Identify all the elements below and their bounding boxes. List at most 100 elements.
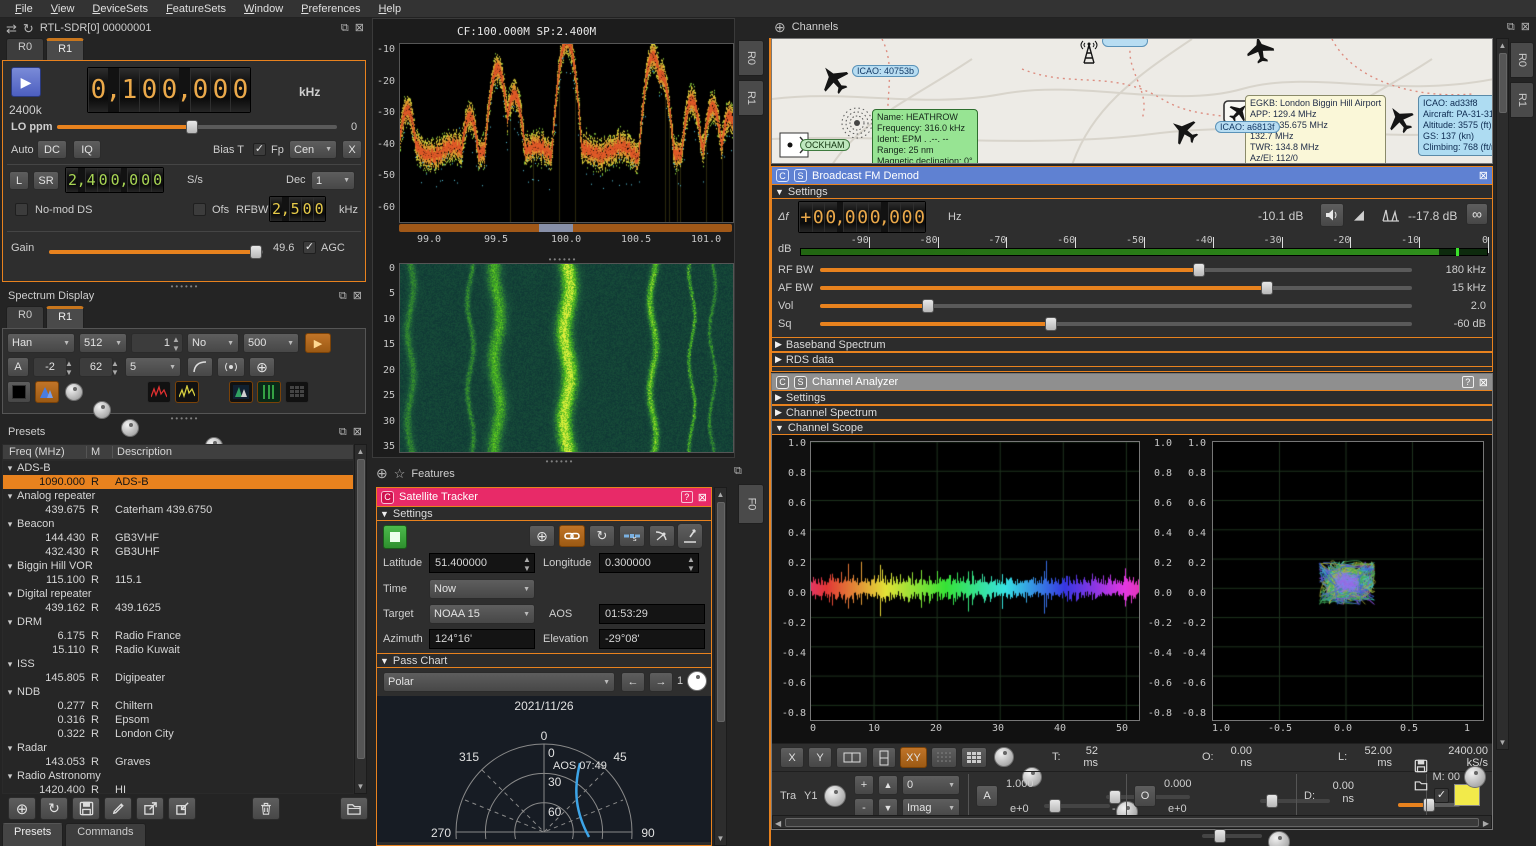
spinner-arrows[interactable]: ▲▼ [172,335,180,353]
aircraft-icon[interactable] [814,59,855,100]
dec-dropdown[interactable]: 1▼ [311,171,355,190]
sat-stop-button[interactable] [383,525,407,549]
preset-group-row[interactable]: ▾Biggin Hill VOR [3,559,353,573]
target-dropdown[interactable]: NOAA 15▼ [429,604,535,624]
ca-scope-section[interactable]: ▼Channel Scope [772,420,1492,435]
frequency-scrollbar[interactable] [399,224,732,232]
longitude-spinner[interactable]: ▲▼ [687,555,695,573]
nomod-checkbox[interactable] [15,203,28,216]
aircraft-icon[interactable] [1381,100,1419,138]
current-trace-toggle[interactable] [175,381,199,403]
vtab-r0[interactable]: R0 [738,40,764,76]
baseband-spectrum-section[interactable]: ▶Baseband Spectrum [772,337,1492,352]
collapse-icon[interactable]: ▾ [3,615,17,629]
reload-device-icon[interactable]: ↻ [23,23,34,34]
presets-scrollbar[interactable]: ▲ ▼ [354,444,367,794]
dial-digit[interactable]: 0 [313,197,325,221]
ramp-icon[interactable]: ◢ [1354,207,1364,223]
split-horizontal-button[interactable] [836,747,868,768]
ockham-label[interactable]: OCKHAM [800,139,850,151]
preset-add-button[interactable]: ⊕ [8,797,36,820]
menu-item-preferences[interactable]: Preferences [292,1,369,17]
adsb-map[interactable]: ICAO: 40753b OCKHAM Name: HEATHROWFreque… [771,38,1493,164]
div-dropdown[interactable]: 5▼ [125,357,181,377]
help-icon[interactable]: ? [1462,376,1474,388]
dial-digit[interactable]: 4 [85,168,97,192]
help-icon[interactable]: ? [681,491,693,503]
menu-item-file[interactable]: File [6,1,42,17]
ofs-auto-button[interactable]: O [1134,785,1156,807]
longitude-input[interactable]: 0.300000 [599,553,699,573]
dial-digit[interactable]: 0 [139,168,151,192]
latitude-input[interactable]: 51.400000 [429,553,535,573]
dial-digit[interactable]: 1 [119,68,139,112]
bg-color-swatch[interactable] [7,381,31,403]
device-tab-r1[interactable]: R1 [46,38,84,60]
rds-data-section[interactable]: ▶RDS data [772,352,1492,367]
close-icon[interactable]: ⊠ [698,491,707,504]
vol-slider[interactable] [820,304,1412,308]
preset-import-button[interactable] [168,797,196,820]
collapse-icon[interactable]: ▾ [3,587,17,601]
dial-digit[interactable]: , [78,168,85,192]
vtab-r1[interactable]: R1 [738,80,764,116]
collapse-icon[interactable]: ▾ [3,685,17,699]
ca-spectrum-section[interactable]: ▶Channel Spectrum [772,405,1492,420]
tab-commands[interactable]: Commands [65,823,145,846]
start-stop-button[interactable]: ▶ [11,67,41,97]
preset-group-row[interactable]: ▾NDB [3,685,353,699]
dial-digit[interactable]: 0 [301,197,313,221]
amp-slider[interactable] [1044,804,1110,808]
range-spinner[interactable]: 62 [79,357,113,377]
close-icon[interactable]: ⊠ [353,427,362,438]
preset-group-row[interactable]: ▾Digital repeater [3,587,353,601]
preset-row[interactable]: 1420.400RHI [3,783,353,794]
amp-auto-button[interactable]: A [976,785,998,807]
ref-spin-arrows[interactable]: ▲▼ [65,359,73,377]
grid-button[interactable] [961,747,987,768]
dial-digit[interactable]: 0 [230,68,250,112]
agc-checkbox[interactable]: ✓ [303,241,316,254]
dial-digit[interactable]: , [108,68,119,112]
dial-digit[interactable]: 0 [190,68,210,112]
sr-button[interactable]: SR [33,171,59,190]
preset-row[interactable]: 145.805RDigipeater [3,671,353,685]
window-fn-dropdown[interactable]: Han▼ [7,333,75,353]
preset-group-row[interactable]: ▾Radio Astronomy [3,769,353,783]
satellite-icon-button[interactable]: s [619,525,645,547]
dial-digit[interactable]: 0 [127,168,139,192]
preset-save-button[interactable] [72,797,100,820]
ndb-icon[interactable] [842,108,872,138]
knob-stroke[interactable] [93,401,111,419]
averaging-mode-dropdown[interactable]: No▼ [187,333,239,353]
colormap-toggle[interactable] [229,381,253,403]
preset-row[interactable]: 439.162R439.1625 [3,601,353,615]
preset-delete-button[interactable] [252,797,280,820]
time-dropdown[interactable]: Now▼ [429,579,535,599]
add-feature-icon[interactable]: ⊕ [376,468,388,479]
fm-frequency-dial[interactable]: +00,000,000 [798,201,926,233]
spectrum-tab-r0[interactable]: R0 [6,306,44,328]
dial-digit[interactable]: 0 [812,202,825,232]
preset-group-row[interactable]: ▾ADS-B [3,461,353,475]
preset-group-row[interactable]: ▾Analog repeater [3,489,353,503]
fft-size-dropdown[interactable]: 512▼ [79,333,127,353]
preset-group-row[interactable]: ▾Beacon [3,517,353,531]
lo-ppm-slider[interactable] [57,125,337,129]
spectrum-play-button[interactable]: ▶ [305,333,331,353]
refresh-rate-dropdown[interactable]: 500▼ [243,333,299,353]
trace-knob[interactable] [824,785,846,807]
collapse-icon[interactable]: ▾ [3,657,17,671]
sat-target-icon-button[interactable]: ⊕ [529,525,555,547]
crosshair-icon-button[interactable]: ⊕ [249,357,275,377]
sat-settings-section[interactable]: ▼Settings [377,506,711,521]
save-trace-icon[interactable] [1414,759,1428,776]
gain-slider[interactable] [49,250,263,254]
preset-export-button[interactable] [136,797,164,820]
bias-t-checkbox[interactable]: ✓ [253,143,266,156]
splitter-grip[interactable]: •••••• [150,416,220,422]
x-only-button[interactable]: X [780,747,804,768]
histogram-toggle[interactable] [35,381,59,403]
speaker-icon-button[interactable] [1320,203,1344,227]
menu-item-view[interactable]: View [42,1,84,17]
